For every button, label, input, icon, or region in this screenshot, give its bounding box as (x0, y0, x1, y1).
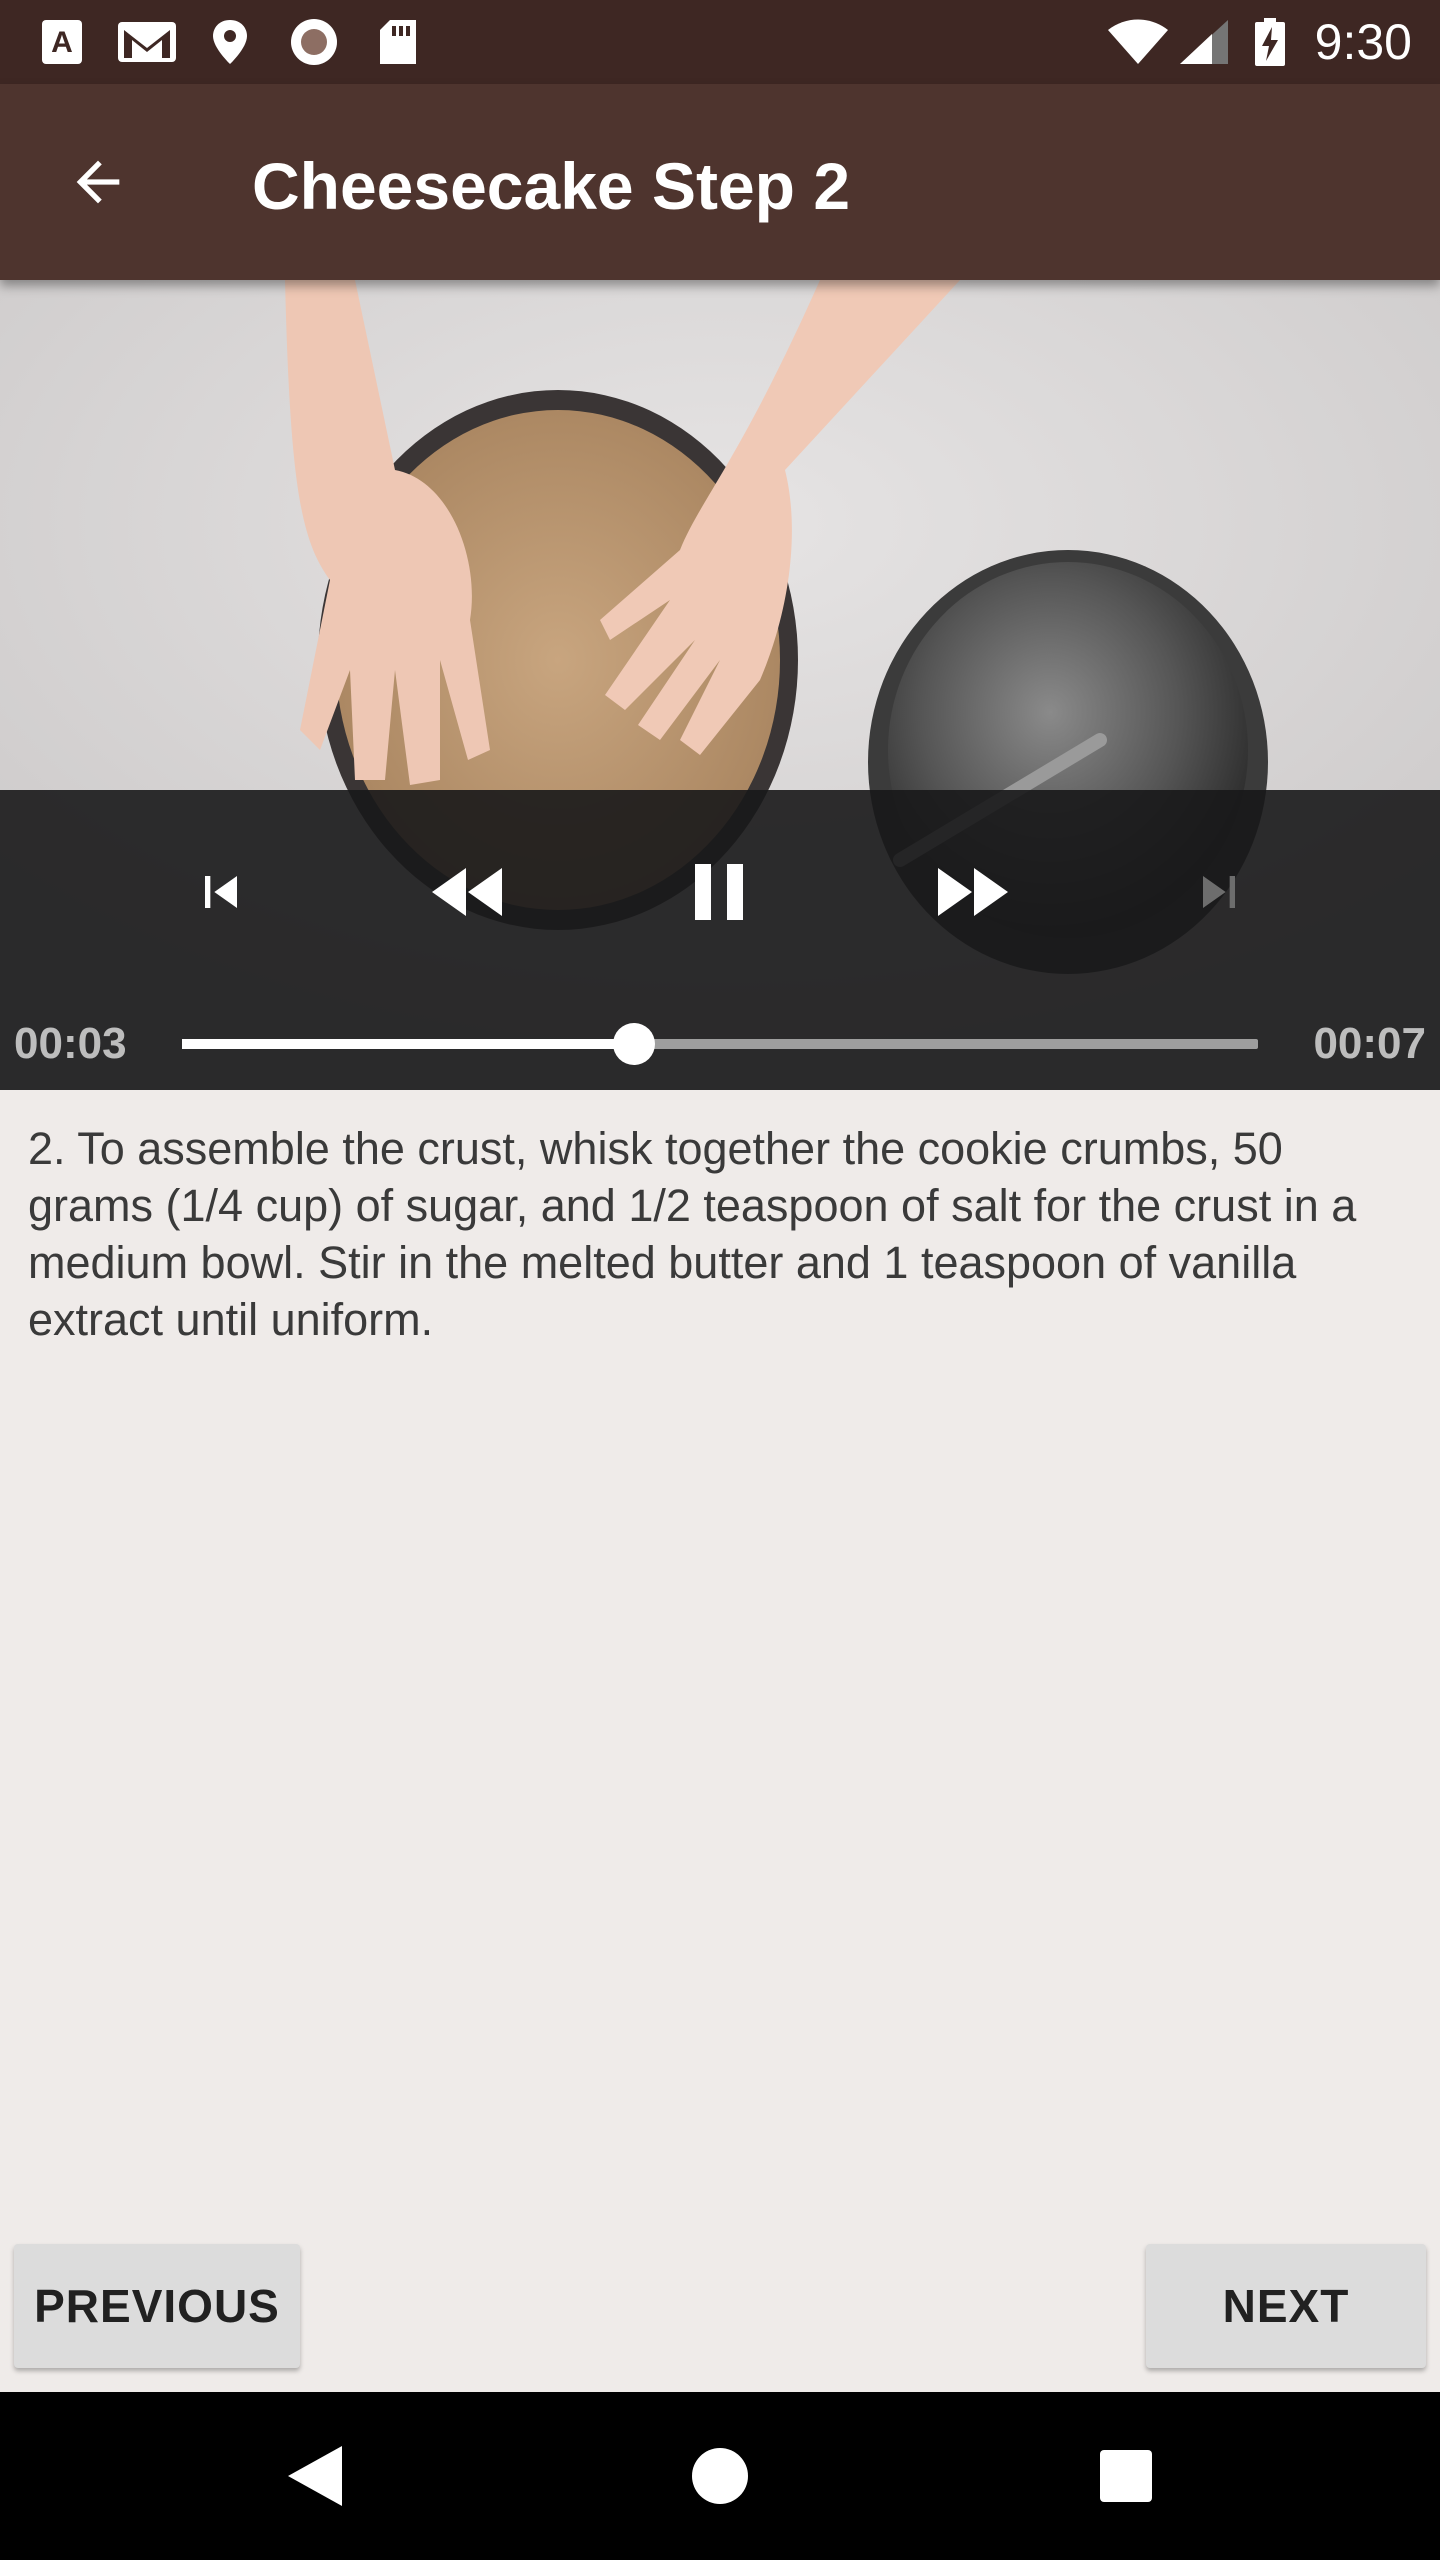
nav-back-button[interactable] (272, 2434, 356, 2518)
duration-time: 00:07 (1313, 1019, 1426, 1068)
gmail-icon (118, 22, 176, 62)
fast-forward-button[interactable] (915, 842, 1025, 942)
skip-previous-icon (205, 876, 237, 908)
previous-button[interactable]: PREVIOUS (14, 2244, 300, 2368)
nav-recents-icon (1100, 2450, 1152, 2502)
rewind-icon (432, 868, 502, 916)
nav-back-icon (288, 2446, 342, 2506)
arrow-back-icon (76, 160, 120, 204)
skip-previous-button[interactable] (166, 842, 276, 942)
app-bar: Cheesecake Step 2 (0, 84, 1440, 280)
back-button[interactable] (50, 134, 146, 230)
current-time: 00:03 (14, 1019, 127, 1068)
nav-recents-button[interactable] (1084, 2434, 1168, 2518)
cell-signal-icon (1180, 20, 1228, 64)
battery-charging-icon (1255, 18, 1285, 66)
step-description: 2. To assemble the crust, whisk together… (28, 1123, 1357, 1345)
sd-card-icon (380, 20, 416, 64)
seek-played (182, 1039, 634, 1049)
svg-text:A: A (51, 26, 73, 59)
pause-button[interactable] (664, 842, 774, 942)
pause-icon (695, 864, 743, 920)
seek-thumb[interactable] (612, 1023, 655, 1065)
record-icon (291, 19, 337, 65)
wifi-icon (1108, 19, 1168, 64)
location-pin-icon (213, 20, 247, 64)
skip-next-button[interactable] (1164, 842, 1274, 942)
skip-next-icon (1203, 876, 1235, 908)
text-notification-icon: A (42, 20, 82, 64)
status-bar: A 9:30 (0, 0, 1440, 84)
status-time: 9:30 (1314, 14, 1412, 70)
fast-forward-icon (938, 868, 1008, 916)
page-title: Cheesecake Step 2 (252, 149, 851, 223)
next-button[interactable]: NEXT (1146, 2244, 1426, 2368)
rewind-button[interactable] (415, 842, 525, 942)
nav-home-button[interactable] (678, 2434, 762, 2518)
seek-bar[interactable] (182, 1023, 1258, 1065)
nav-home-icon (692, 2448, 748, 2504)
